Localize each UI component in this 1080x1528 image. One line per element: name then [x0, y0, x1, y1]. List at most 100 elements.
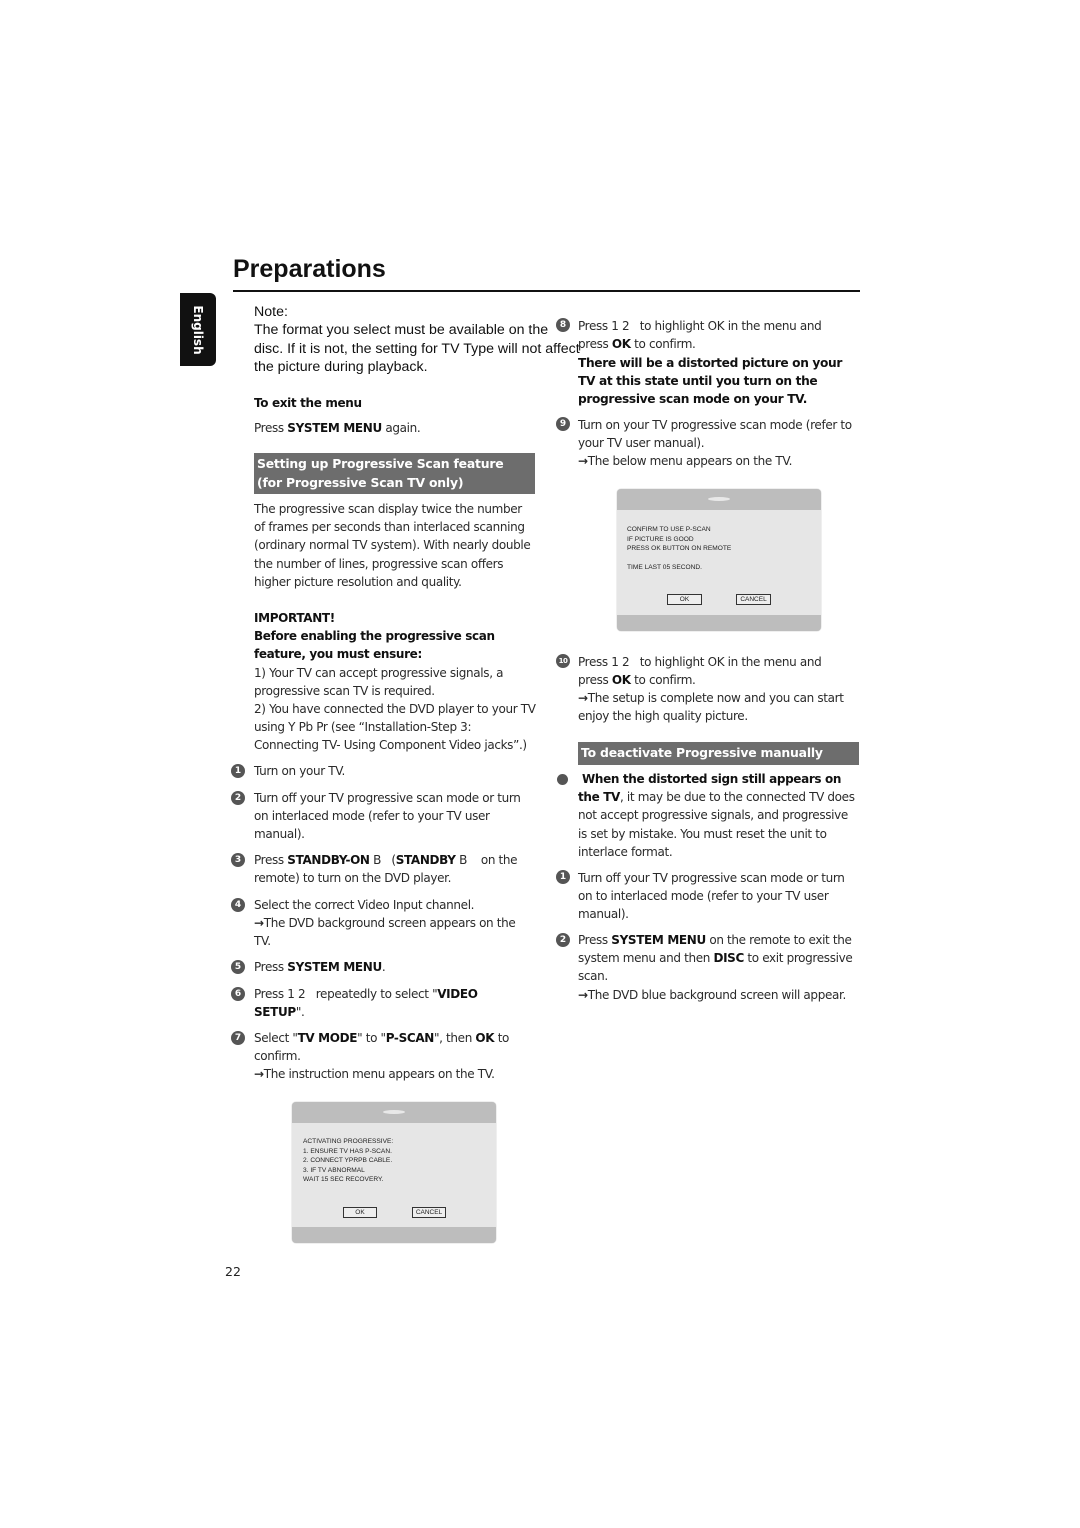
exit-menu-body: Press SYSTEM MENU again.: [254, 419, 538, 437]
bold-text: STANDBY: [395, 853, 456, 867]
bold-text: OK: [611, 337, 631, 352]
important-item: 1) Your TV can accept progressive signal…: [254, 666, 504, 699]
language-tab: English: [180, 293, 216, 366]
step-result: The DVD background screen appears on the…: [254, 914, 534, 950]
tv-menu-line: 2. CONNECT YPRPB CABLE.: [303, 1157, 393, 1165]
step-number: 7: [231, 1031, 245, 1045]
step-number: 5: [231, 960, 245, 974]
section-heading-deactivate: To deactivate Progressive manually: [578, 742, 859, 765]
step-number: 8: [556, 318, 570, 332]
text-segment: , it may be due to the connected TV does…: [578, 790, 855, 859]
step-result: The setup is complete now and you can st…: [578, 689, 862, 725]
text-segment: 1 2: [611, 319, 630, 333]
title-divider: [233, 290, 860, 292]
bold-text: DISC: [713, 951, 744, 966]
tv-cancel-button: CANCEL: [736, 594, 771, 605]
step-number: 2: [556, 933, 570, 947]
text-segment: Turn on your TV progressive scan mode (r…: [578, 418, 852, 451]
text-segment: Turn on your TV.: [254, 764, 346, 778]
step-result: The instruction menu appears on the TV.: [254, 1065, 538, 1083]
text-segment: Press: [254, 853, 288, 867]
tv-menu-activating-progressive: ACTIVATING PROGRESSIVE: 1. ENSURE TV HAS…: [292, 1102, 496, 1243]
tv-menu-header-bar: [617, 489, 821, 510]
bold-text: SYSTEM MENU: [287, 421, 382, 435]
text-segment: Select the correct Video Input channel.: [254, 898, 475, 912]
step-text: Turn off your TV progressive scan mode o…: [254, 789, 534, 844]
step-number: 2: [231, 791, 245, 805]
note-line: the picture during playback.: [254, 358, 428, 375]
text-segment: Select ": [254, 1031, 298, 1045]
bold-text: P-SCAN: [385, 1031, 435, 1045]
page-title: Preparations: [233, 255, 386, 283]
text-segment: Press: [254, 421, 288, 435]
step-number: 9: [556, 417, 570, 431]
note-label: Note:: [254, 304, 288, 320]
step-text: Press 1 2 to highlight OK in the menu an…: [578, 317, 838, 353]
tv-menu-line: WAIT 15 SEC RECOVERY.: [303, 1176, 384, 1184]
tv-ok-button: OK: [343, 1207, 377, 1218]
bullet-text: When the distorted sign still appears on…: [578, 770, 860, 861]
intro-paragraph: The progressive scan display twice the n…: [254, 502, 531, 589]
step-text: Turn on your TV progressive scan mode (r…: [578, 416, 862, 452]
text-segment: Press: [578, 319, 612, 333]
tv-menu-footer-bar: [617, 615, 821, 631]
text-segment: Press: [578, 933, 612, 947]
step-text: Press 1 2 to highlight OK in the menu an…: [578, 653, 838, 689]
step-warning: There will be a distorted picture on you…: [578, 356, 843, 407]
step-number: 1: [231, 764, 245, 778]
tv-menu-line: ACTIVATING PROGRESSIVE:: [303, 1138, 394, 1145]
tv-ok-button: OK: [667, 594, 702, 605]
step-text: Press STANDBY-ON B (STANDBY B on the rem…: [254, 851, 538, 887]
bullet-icon: [557, 774, 568, 785]
text-segment: " to ": [357, 1031, 386, 1045]
tv-menu-footer-bar: [292, 1227, 496, 1243]
tv-menu-line: IF PICTURE IS GOOD: [627, 535, 694, 543]
tv-menu-line: PRESS OK BUTTON ON REMOTE: [627, 545, 732, 553]
text-segment: again.: [381, 421, 421, 435]
bold-text: STANDBY-ON: [287, 853, 370, 867]
tv-menu-line: 1. ENSURE TV HAS P-SCAN.: [303, 1147, 392, 1155]
section-heading-progressive-scan: Setting up Progressive Scan feature (for…: [254, 453, 535, 494]
language-tab-label: English: [191, 304, 205, 355]
step-number: 3: [231, 853, 245, 867]
page-number: 22: [225, 1264, 241, 1279]
tv-menu-line: TIME LAST 05 SECOND.: [627, 564, 702, 572]
note: Note: The format you select must be avai…: [254, 303, 594, 376]
tv-menu-text: ACTIVATING PROGRESSIVE: 1. ENSURE TV HAS…: [303, 1137, 393, 1185]
step-text: Select "TV MODE" to "P-SCAN", then OK to…: [254, 1029, 536, 1065]
note-line: disc. If it is not, the setting for TV T…: [254, 340, 580, 357]
step-result: The below menu appears on the TV.: [578, 452, 862, 470]
text-segment: Turn off your TV progressive scan mode o…: [578, 871, 845, 922]
text-segment: to confirm.: [630, 337, 696, 352]
bold-text: SYSTEM MENU: [611, 933, 706, 947]
step-number: 4: [231, 898, 245, 912]
bold-text: OK: [475, 1031, 495, 1045]
text-segment: ".: [295, 1005, 305, 1020]
step-number: 6: [231, 987, 245, 1001]
tv-cancel-button: CANCEL: [412, 1207, 446, 1218]
text-segment: Press: [254, 960, 288, 974]
tv-menu-header-bar: [292, 1102, 496, 1123]
step-number: 10: [556, 654, 570, 668]
important-subheading: Before enabling the progressive scan fea…: [254, 629, 495, 662]
note-line: The format you select must be available …: [254, 322, 549, 339]
text-segment: Turn off your TV progressive scan mode o…: [254, 791, 521, 842]
step-text: Turn on your TV.: [254, 762, 538, 780]
step-text: Press 1 2 repeatedly to select "VIDEO SE…: [254, 985, 504, 1021]
bold-text: TV MODE: [297, 1031, 358, 1045]
logo-icon: [708, 497, 730, 501]
step-result: The DVD blue background screen will appe…: [578, 986, 868, 1004]
text-segment: Press 1 2 repeatedly to select ": [254, 987, 438, 1001]
exit-menu-heading: To exit the menu: [254, 396, 362, 410]
tv-menu-line: CONFIRM TO USE P-SCAN: [627, 526, 711, 533]
bold-text: OK: [611, 673, 631, 688]
tv-menu-confirm-pscan: CONFIRM TO USE P-SCAN IF PICTURE IS GOOD…: [617, 489, 821, 631]
step-number: 1: [556, 870, 570, 884]
important-heading: IMPORTANT!: [254, 611, 335, 625]
step-text: Press SYSTEM MENU.: [254, 958, 538, 976]
important-item: 2) You have connected the DVD player to …: [254, 702, 536, 753]
step-text: Select the correct Video Input channel.: [254, 896, 538, 914]
tv-menu-text: CONFIRM TO USE P-SCAN IF PICTURE IS GOOD…: [627, 525, 731, 573]
tv-menu-line: [627, 554, 731, 564]
bold-text: SYSTEM MENU: [287, 960, 382, 974]
